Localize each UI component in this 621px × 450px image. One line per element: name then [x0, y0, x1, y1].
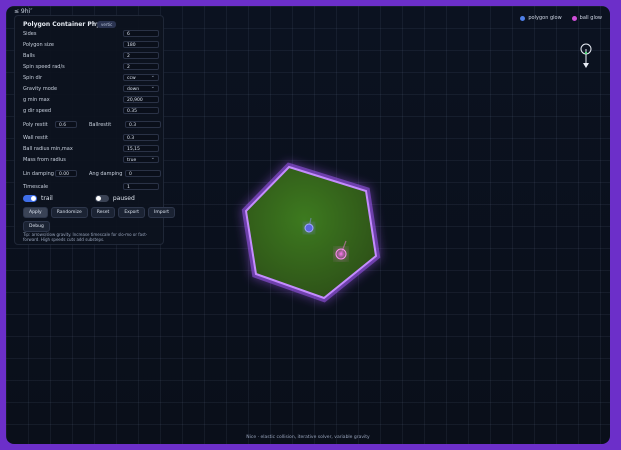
- button-row: Apply Randomize Reset Export Import: [23, 207, 175, 218]
- field-sides: Sides 6: [23, 30, 159, 37]
- legend: polygon glow ball glow: [520, 15, 602, 21]
- field-g-dir-speed: g dir speed 0.35: [23, 107, 159, 114]
- lin-damping-input[interactable]: 0.00: [55, 170, 77, 177]
- field-label: Spin speed rad/s: [23, 63, 65, 70]
- legend-dot-icon: [520, 15, 526, 21]
- field-ball-radius: Ball radius min,max 15,15: [23, 145, 159, 152]
- reset-button[interactable]: Reset: [90, 207, 116, 218]
- field-wall-restit: Wall restit 0.3: [23, 134, 159, 141]
- footer-status: Nice · elastic collision, iterative solv…: [246, 435, 370, 440]
- import-button[interactable]: Import: [148, 207, 175, 218]
- field-label: Poly restit: [23, 121, 48, 128]
- field-label: Mass from radius: [23, 156, 66, 163]
- paused-toggle[interactable]: paused: [94, 195, 135, 202]
- debug-button[interactable]: Debug: [23, 221, 50, 232]
- sides-input[interactable]: 6: [123, 30, 159, 37]
- field-label: g min max: [23, 96, 50, 103]
- toggle-switch-icon: [94, 195, 109, 202]
- trail-toggle[interactable]: trail: [23, 195, 53, 202]
- app-window: ≤ 9hi″ polygon glow ball glow Polygon Co…: [6, 6, 610, 444]
- export-button[interactable]: Export: [118, 207, 146, 218]
- apply-button[interactable]: Apply: [23, 207, 48, 218]
- field-label: Timescale: [23, 183, 49, 190]
- gravity-direction-icon: [580, 43, 592, 68]
- g-min-max-input[interactable]: 20,900: [123, 96, 159, 103]
- field-label: Spin dir: [23, 74, 43, 81]
- field-g-min-max: g min max 20,900: [23, 96, 159, 103]
- trail-label: trail: [41, 195, 53, 202]
- control-panel: Polygon Container Physics vertic Sides 6…: [14, 15, 175, 245]
- balls-input[interactable]: 2: [123, 52, 159, 59]
- field-label: Gravity mode: [23, 85, 58, 92]
- spin-dir-select[interactable]: ccw: [123, 73, 159, 81]
- field-restitution: Poly restit 0.6 Ballrestit 0.3: [23, 121, 161, 128]
- field-label: Ballrestit: [89, 121, 112, 128]
- tip-text: Tip: arrows/slow gravity. Increase times…: [23, 232, 148, 242]
- field-damping: Lin damping 0.00 Ang damping 0: [23, 170, 161, 177]
- field-label: Sides: [23, 30, 37, 37]
- panel-badge: vertic: [97, 21, 117, 28]
- ang-damping-input[interactable]: 0: [125, 170, 161, 177]
- paused-label: paused: [112, 195, 135, 202]
- field-polygon-size: Polygon size 180: [23, 41, 159, 48]
- ball-blue: [304, 223, 314, 233]
- toggle-switch-icon: [23, 195, 37, 202]
- spin-speed-input[interactable]: 2: [123, 63, 159, 70]
- g-dir-speed-input[interactable]: 0.35: [123, 107, 159, 114]
- window-corner-label: ≤ 9hi″: [14, 8, 33, 15]
- field-gravity-mode: Gravity mode down: [23, 84, 159, 92]
- wall-restit-input[interactable]: 0.3: [123, 134, 159, 141]
- field-spin-speed: Spin speed rad/s 2: [23, 63, 159, 70]
- legend-label: ball glow: [579, 15, 602, 21]
- field-label: Lin damping: [23, 170, 54, 177]
- field-mass-from-radius: Mass from radius true: [23, 155, 159, 163]
- toggle-row: trail paused: [23, 195, 135, 202]
- ball-radius-input[interactable]: 15,15: [123, 145, 159, 152]
- ball-restit-input[interactable]: 0.3: [125, 121, 161, 128]
- poly-restit-input[interactable]: 0.6: [55, 121, 77, 128]
- legend-item-ball-glow: ball glow: [571, 15, 602, 21]
- field-label: Ang damping: [89, 170, 123, 177]
- field-label: g dir speed: [23, 107, 52, 114]
- field-label: Balls: [23, 52, 35, 59]
- legend-label: polygon glow: [528, 15, 562, 21]
- legend-dot-icon: [571, 15, 577, 21]
- polygon-size-input[interactable]: 180: [123, 41, 159, 48]
- field-spin-dir: Spin dir ccw: [23, 73, 159, 81]
- legend-item-polygon-glow: polygon glow: [520, 15, 562, 21]
- ball-pink: [335, 248, 347, 260]
- field-balls: Balls 2: [23, 52, 159, 59]
- field-label: Wall restit: [23, 134, 48, 141]
- field-timescale: Timescale 1: [23, 183, 159, 190]
- timescale-input[interactable]: 1: [123, 183, 159, 190]
- mass-from-radius-select[interactable]: true: [123, 155, 159, 163]
- gravity-mode-select[interactable]: down: [123, 84, 159, 92]
- randomize-button[interactable]: Randomize: [50, 207, 88, 218]
- field-label: Ball radius min,max: [23, 145, 73, 152]
- field-label: Polygon size: [23, 41, 54, 48]
